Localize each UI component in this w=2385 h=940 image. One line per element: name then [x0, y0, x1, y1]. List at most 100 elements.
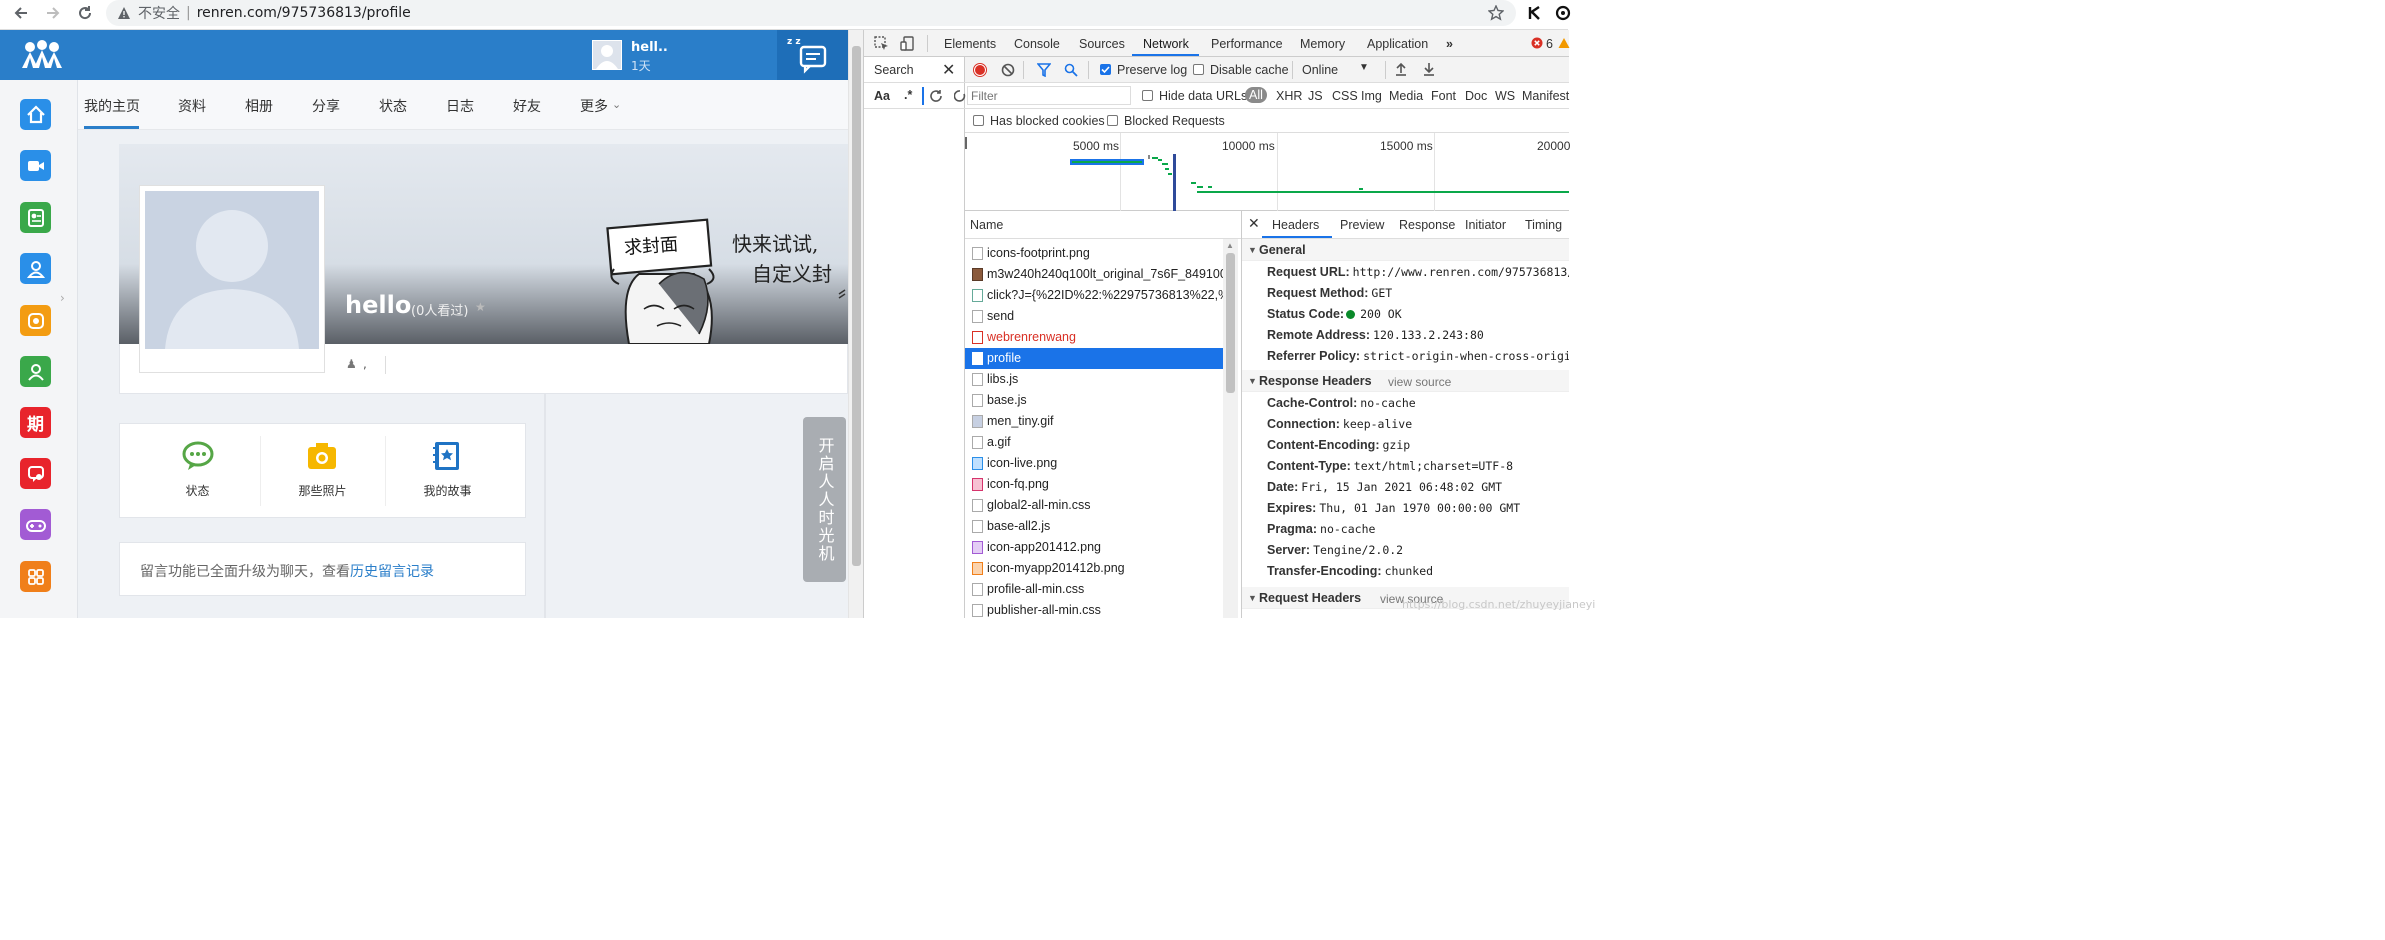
table-row[interactable]: send	[965, 306, 1223, 327]
friends-icon[interactable]	[20, 356, 51, 387]
filter-icon[interactable]	[1036, 63, 1052, 80]
import-har-icon[interactable]	[1394, 62, 1408, 79]
column-name[interactable]: Name	[970, 218, 1003, 232]
table-row[interactable]: publisher-all-min.css	[965, 600, 1223, 618]
tab-info[interactable]: 资料	[178, 96, 206, 116]
scroll-up-icon[interactable]: ▲	[1226, 241, 1234, 250]
hide-data-urls-label[interactable]: Hide data URLs	[1159, 89, 1247, 103]
blocked-requests-checkbox[interactable]	[1107, 115, 1118, 126]
network-overview-timeline[interactable]: 5000 ms 10000 ms 15000 ms 20000	[965, 133, 1570, 211]
export-har-icon[interactable]	[1422, 62, 1436, 79]
tab-sources[interactable]: Sources	[1079, 37, 1125, 51]
type-filter-manifest[interactable]: Manifest	[1522, 89, 1569, 103]
search-icon[interactable]	[1064, 63, 1078, 80]
has-blocked-cookies-label[interactable]: Has blocked cookies	[990, 114, 1105, 128]
back-icon[interactable]	[8, 0, 34, 26]
table-row[interactable]: m3w240h240q100lt_original_7s6F_84910002f	[965, 264, 1223, 285]
inspect-icon[interactable]	[874, 36, 889, 54]
close-icon[interactable]: ✕	[942, 60, 955, 80]
chat-button[interactable]: z z	[777, 30, 848, 80]
table-row[interactable]: libs.js	[965, 369, 1223, 390]
table-row[interactable]: a.gif	[965, 432, 1223, 453]
tab-application[interactable]: Application	[1367, 37, 1428, 51]
tab-console[interactable]: Console	[1014, 37, 1060, 51]
regex-toggle[interactable]: .*	[904, 88, 912, 102]
table-row[interactable]: icon-myapp201412b.png	[965, 558, 1223, 579]
type-filter-css[interactable]: CSS	[1332, 89, 1358, 103]
throttling-select[interactable]: Online	[1302, 63, 1338, 77]
disable-cache-label[interactable]: Disable cache	[1210, 63, 1289, 77]
error-count[interactable]: 6	[1546, 37, 1553, 51]
star-icon[interactable]	[1485, 2, 1507, 24]
table-row[interactable]: icons-footprint.png	[965, 243, 1223, 264]
preserve-log-checkbox[interactable]	[1100, 64, 1111, 75]
type-filter-media[interactable]: Media	[1389, 89, 1423, 103]
table-row-selected[interactable]: profile	[965, 348, 1223, 369]
history-messages-link[interactable]: 历史留言记录	[350, 564, 434, 580]
page-scrollbar-thumb[interactable]	[852, 46, 861, 566]
tab-performance[interactable]: Performance	[1211, 37, 1283, 51]
device-toolbar-icon[interactable]	[900, 36, 915, 54]
chevron-down-icon[interactable]: ⌄	[612, 98, 621, 111]
photos-app-icon[interactable]	[20, 305, 51, 336]
table-row[interactable]: profile-all-min.css	[965, 579, 1223, 600]
requests-scrollbar[interactable]: ▲	[1223, 239, 1238, 618]
tab-more[interactable]: 更多	[580, 96, 608, 116]
extension-circle-icon[interactable]	[1552, 2, 1574, 24]
reload-icon[interactable]	[72, 0, 98, 26]
refresh-icon[interactable]	[929, 89, 943, 106]
type-filter-font[interactable]: Font	[1431, 89, 1456, 103]
tab-initiator[interactable]: Initiator	[1465, 218, 1506, 232]
tab-headers[interactable]: Headers	[1272, 218, 1319, 232]
close-icon[interactable]: ✕	[1248, 215, 1260, 232]
type-filter-ws[interactable]: WS	[1495, 89, 1515, 103]
profile-card-icon[interactable]	[20, 202, 51, 233]
table-row[interactable]: men_tiny.gif	[965, 411, 1223, 432]
type-filter-all[interactable]: All	[1245, 87, 1267, 103]
extension-k-icon[interactable]	[1524, 2, 1546, 24]
quick-status[interactable]: 状态	[130, 424, 265, 519]
time-machine-button[interactable]: 开启人人时光机	[803, 417, 846, 582]
error-icon[interactable]	[1531, 37, 1543, 52]
more-tabs-icon[interactable]: »	[1446, 37, 1453, 51]
profile-photo[interactable]	[145, 191, 319, 349]
type-filter-img[interactable]: Img	[1361, 89, 1382, 103]
page-scrollbar[interactable]	[848, 30, 863, 618]
tab-friends[interactable]: 好友	[513, 96, 541, 116]
requests-scrollbar-thumb[interactable]	[1226, 253, 1235, 393]
tab-elements[interactable]: Elements	[944, 37, 996, 51]
match-case-toggle[interactable]: Aa	[874, 89, 890, 103]
response-headers-section-header[interactable]: ▼ Response Headers view source	[1242, 370, 1569, 392]
avatar[interactable]	[592, 40, 622, 70]
hide-data-urls-checkbox[interactable]	[1142, 90, 1153, 101]
forward-icon[interactable]	[40, 0, 66, 26]
user-name[interactable]: hell..	[631, 40, 668, 55]
preserve-log-label[interactable]: Preserve log	[1117, 63, 1187, 77]
warning-icon[interactable]	[1558, 37, 1570, 52]
user-icon[interactable]	[20, 253, 51, 284]
type-filter-xhr[interactable]: XHR	[1276, 89, 1302, 103]
table-row[interactable]: click?J={%22ID%22:%22975736813%22,%22R	[965, 285, 1223, 306]
tab-share[interactable]: 分享	[312, 96, 340, 116]
table-row[interactable]: base.js	[965, 390, 1223, 411]
type-filter-doc[interactable]: Doc	[1465, 89, 1487, 103]
gamepad-icon[interactable]	[20, 509, 51, 540]
view-source-link[interactable]: view source	[1388, 375, 1451, 389]
tab-timing[interactable]: Timing	[1525, 218, 1562, 232]
has-blocked-cookies-checkbox[interactable]	[973, 115, 984, 126]
search-input-caret[interactable]	[922, 87, 924, 105]
table-row[interactable]: webrenrenwang	[965, 327, 1223, 348]
periodical-icon[interactable]: 期	[20, 407, 51, 438]
star-icon[interactable]: ★	[475, 300, 486, 314]
clear-icon[interactable]	[1001, 63, 1015, 80]
profile-photo-frame[interactable]	[139, 185, 325, 373]
tab-home[interactable]: 我的主页	[84, 96, 140, 116]
home-icon[interactable]	[20, 99, 51, 130]
tab-response[interactable]: Response	[1399, 218, 1455, 232]
apps-grid-icon[interactable]	[20, 561, 51, 592]
general-section-header[interactable]: ▼ General	[1242, 239, 1569, 261]
quick-photos[interactable]: 那些照片	[255, 424, 390, 519]
table-row[interactable]: icon-app201412.png	[965, 537, 1223, 558]
table-row[interactable]: icon-live.png	[965, 453, 1223, 474]
quick-story[interactable]: 我的故事	[380, 424, 515, 519]
